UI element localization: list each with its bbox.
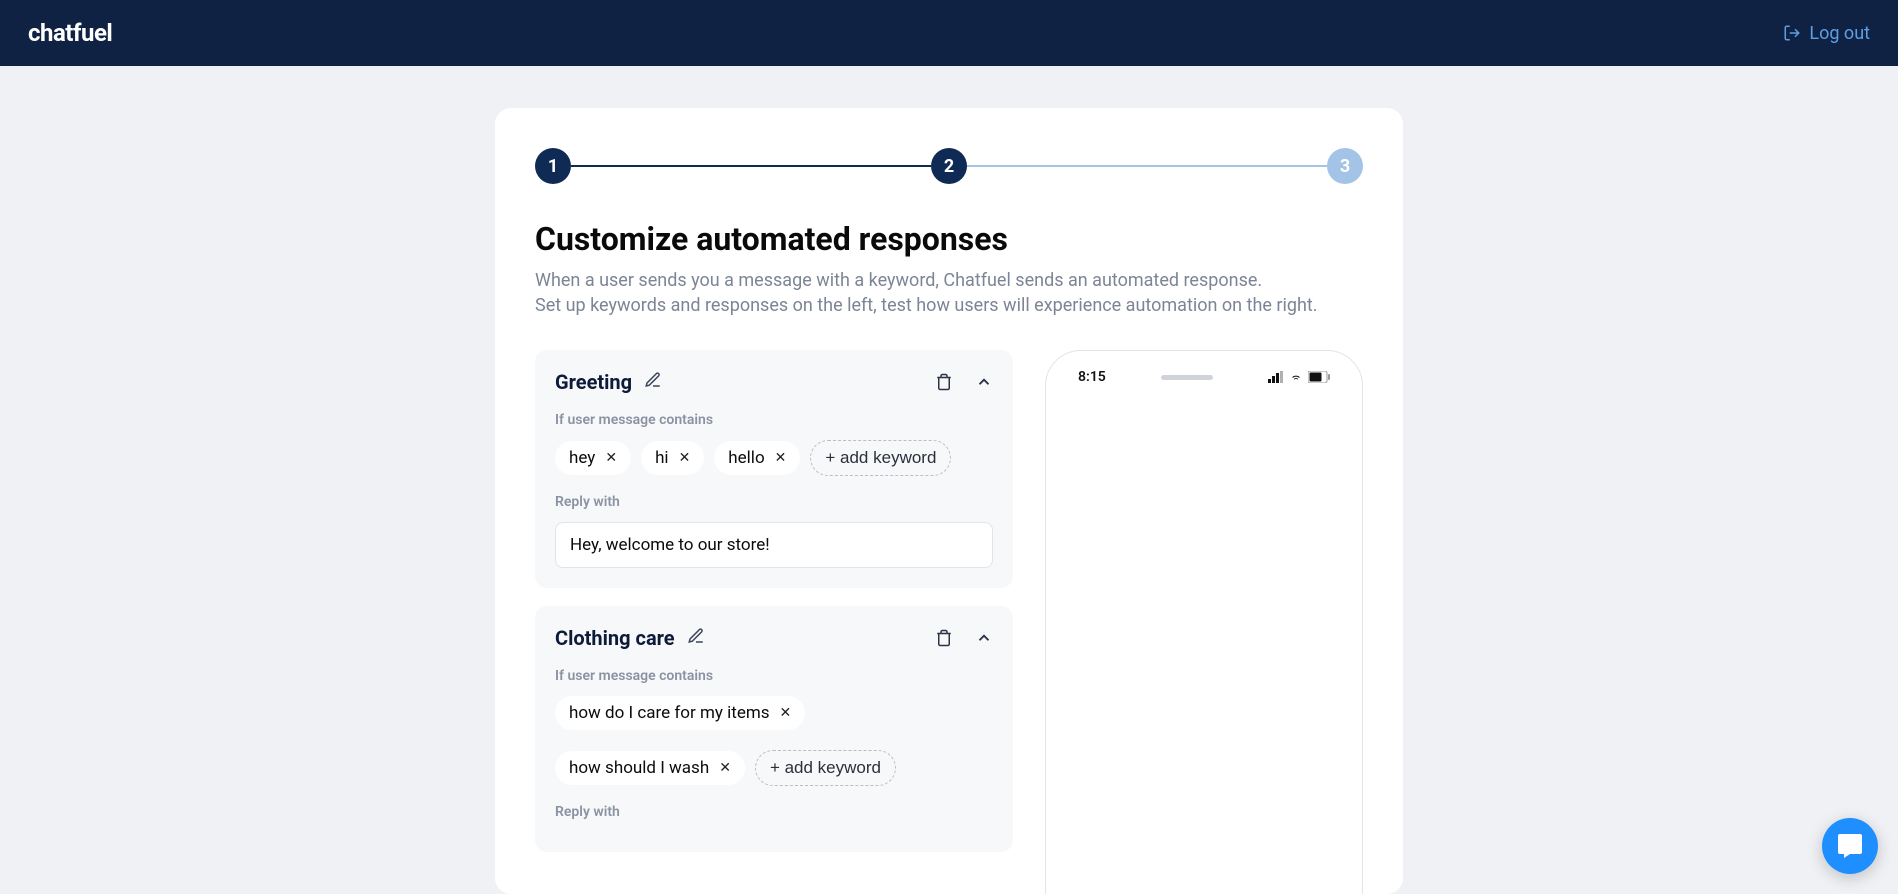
chip-remove-icon[interactable]: ✕ [605,450,617,466]
keyword-chip: how do I care for my items ✕ [555,696,805,730]
if-contains-label: If user message contains [555,668,993,684]
keyword-chip: hello ✕ [714,441,800,475]
step-1[interactable]: 1 [535,148,571,184]
page-description: When a user sends you a message with a k… [535,268,1363,318]
card-header: Clothing care [555,626,993,650]
logout-label: Log out [1809,23,1870,44]
chip-remove-icon[interactable]: ✕ [679,450,691,466]
phone-preview: 8:15 Type in a message with any [1045,350,1363,894]
chevron-up-icon[interactable] [975,629,993,647]
phone-status-bar: 8:15 [1062,365,1346,385]
edit-icon[interactable] [687,627,705,649]
chevron-up-icon[interactable] [975,373,993,391]
response-card-clothing: Clothing care If u [535,606,1013,852]
battery-icon [1308,371,1330,383]
wifi-icon [1288,371,1304,383]
logout-icon [1783,24,1801,42]
add-keyword-button[interactable]: + add keyword [810,440,951,476]
wizard-card: 1 2 3 Customize automated responses When… [495,108,1403,894]
keyword-chip: hi ✕ [641,441,704,475]
response-card-greeting: Greeting If user m [535,350,1013,588]
intercom-launcher[interactable] [1822,818,1878,874]
if-contains-label: If user message contains [555,412,993,428]
brand-logo: chatfuel [28,19,112,47]
chip-text: hey [569,448,595,468]
edit-icon[interactable] [644,371,662,393]
chip-remove-icon[interactable]: ✕ [780,705,792,721]
page-desc-line2: Set up keywords and responses on the lef… [535,295,1318,316]
reply-input[interactable] [555,522,993,568]
intercom-icon [1836,832,1864,860]
reply-with-label: Reply with [555,804,993,820]
stepper: 1 2 3 [535,148,1363,184]
add-keyword-button[interactable]: + add keyword [755,750,896,786]
card-title: Clothing care [555,626,675,650]
preview-column: 8:15 Type in a message with any [1045,350,1363,894]
app-header: chatfuel Log out [0,0,1898,66]
chip-remove-icon[interactable]: ✕ [775,450,787,466]
responses-column: Greeting If user m [535,350,1013,894]
chip-text: hi [655,448,669,468]
keyword-chips: hey ✕ hi ✕ hello ✕ + add keyword [555,440,993,476]
main-area: 1 2 3 Customize automated responses When… [0,66,1898,894]
step-3[interactable]: 3 [1327,148,1363,184]
step-2[interactable]: 2 [931,148,967,184]
delete-icon[interactable] [935,629,953,647]
content-columns: Greeting If user m [535,350,1363,894]
signal-icon [1268,371,1284,383]
card-title: Greeting [555,370,632,394]
chip-text: hello [728,448,764,468]
keyword-chip: hey ✕ [555,441,631,475]
page-title: Customize automated responses [535,220,1363,258]
logout-button[interactable]: Log out [1783,23,1870,44]
card-header: Greeting [555,370,993,394]
chip-remove-icon[interactable]: ✕ [719,760,731,776]
chip-text: how should I wash [569,758,709,778]
keyword-chip: how should I wash ✕ [555,751,745,785]
chip-text: how do I care for my items [569,703,770,723]
phone-notch [1161,375,1213,380]
phone-time: 8:15 [1078,369,1106,385]
keyword-chips: how do I care for my items ✕ how should I… [555,696,993,786]
reply-with-label: Reply with [555,494,993,510]
page-desc-line1: When a user sends you a message with a k… [535,270,1262,291]
step-line-1-2 [571,165,931,167]
delete-icon[interactable] [935,373,953,391]
phone-status-icons [1268,371,1330,383]
step-line-2-3 [967,165,1327,167]
